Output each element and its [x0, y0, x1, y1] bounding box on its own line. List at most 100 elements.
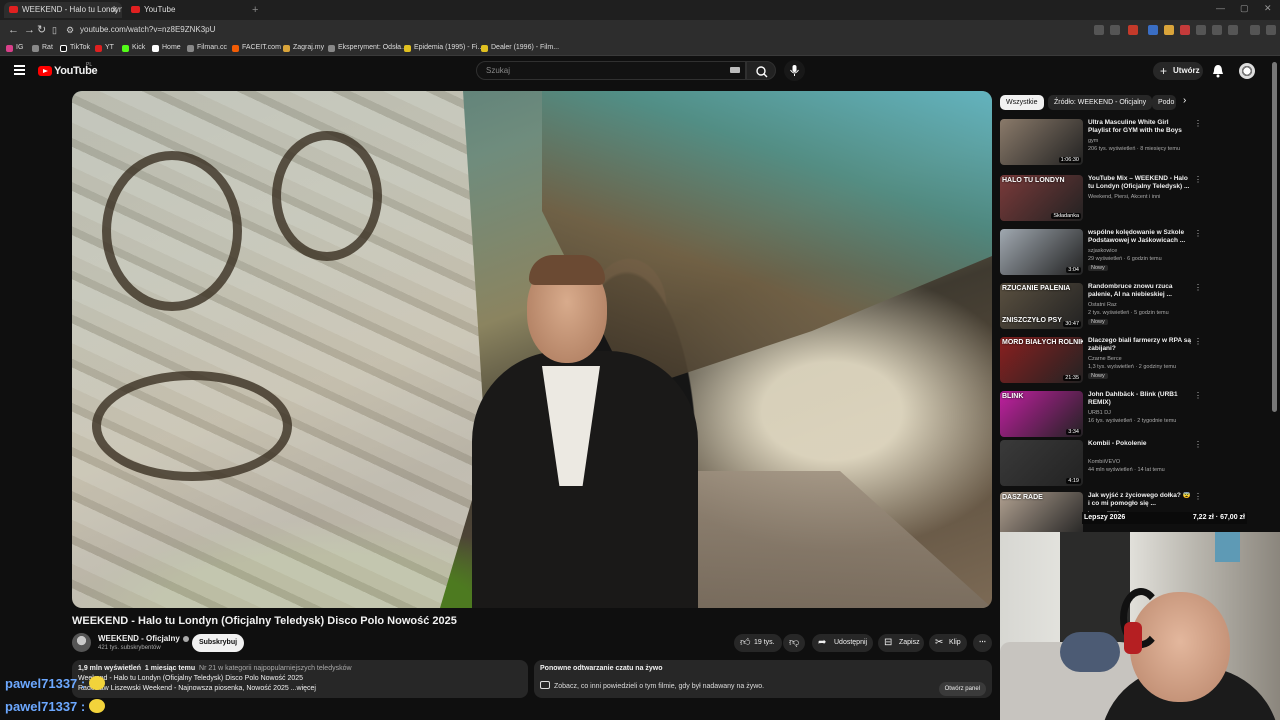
recommendation-item[interactable]: MORD BIAŁYCH ROLNIKÓW 21:35 Dlaczego biali…	[1000, 337, 1202, 387]
share-icon[interactable]	[1110, 25, 1120, 35]
account-avatar[interactable]	[1239, 63, 1255, 79]
bookmark-item[interactable]: Dealer (1996) - Film...	[481, 42, 559, 54]
video-thumbnail[interactable]: 4:19	[1000, 440, 1083, 486]
extension-icon[interactable]	[1164, 25, 1174, 35]
forward-icon[interactable]: →	[24, 23, 35, 37]
more-options-icon[interactable]: ⋮	[1194, 338, 1202, 346]
chip-all[interactable]: Wszystkie	[1000, 95, 1044, 110]
duration-badge: Składanka	[1051, 213, 1081, 219]
bookmark-item[interactable]: FACEIT.com	[232, 42, 281, 54]
channel-avatar[interactable]	[72, 633, 91, 652]
bookmark-item[interactable]: Rat	[32, 42, 53, 54]
chip-similar[interactable]: Podo	[1152, 95, 1176, 110]
more-options-icon[interactable]: ⋮	[1194, 230, 1202, 238]
video-description[interactable]: 1,9 mln wyświetleń 1 miesiąc temu Nr 21 …	[72, 660, 528, 698]
save-button[interactable]: ⊟ Zapisz	[878, 634, 924, 652]
more-options-icon[interactable]: ⋮	[1194, 176, 1202, 184]
bookmark-item[interactable]: IG	[6, 42, 23, 54]
bookmark-item[interactable]: Eksperyment: Odsła...	[328, 42, 407, 54]
page-scrollbar[interactable]	[1272, 62, 1277, 412]
back-icon[interactable]: ←	[8, 23, 19, 37]
video-frame-singer	[460, 255, 710, 608]
bookmark-item[interactable]: Kick	[122, 42, 145, 54]
like-button[interactable]: 👍︎ 19 tys.	[734, 634, 782, 652]
reload-icon[interactable]: ↻	[37, 23, 46, 37]
channel-name[interactable]: WEEKEND - Oficjalny	[98, 634, 189, 643]
recommendation-item[interactable]: HALO TU LONDYN Składanka YouTube Mix – WEE…	[1000, 175, 1202, 225]
share-button[interactable]: ➦ Udostępnij	[812, 634, 873, 652]
bookmark-item[interactable]: Epidemia (1995) - Fi...	[404, 42, 483, 54]
brave-shield-icon[interactable]	[1128, 25, 1138, 35]
recommendation-item[interactable]: 1:06:30 Ultra Masculine White Girl Playli…	[1000, 119, 1202, 169]
video-thumbnail[interactable]: 3:04	[1000, 229, 1083, 275]
chevron-right-icon[interactable]: ›	[1183, 95, 1186, 106]
scissors-icon: ✂	[935, 637, 944, 648]
chat-icon	[540, 681, 550, 689]
close-tab-icon[interactable]: ✕	[110, 2, 118, 18]
bookmark-item[interactable]: YT	[95, 42, 114, 54]
close-window-icon[interactable]: ✕	[1264, 3, 1272, 14]
chat-message: pawel71337 :	[5, 699, 106, 714]
bookmark-item[interactable]: TikTok	[60, 42, 90, 54]
voice-search-button[interactable]	[784, 60, 805, 81]
tab-youtube[interactable]: YouTube	[126, 2, 251, 18]
extension-icon[interactable]	[1180, 25, 1190, 35]
browser-tab-bar: WEEKEND - Halo tu Londyn ( ✕ YouTube + —…	[0, 0, 1280, 20]
clip-button[interactable]: ✂ Klip	[929, 634, 967, 652]
search-button[interactable]	[746, 61, 776, 80]
hamburger-menu-icon[interactable]	[14, 65, 25, 75]
bookmark-page-icon[interactable]: ▯	[52, 23, 57, 37]
site-info-icon[interactable]: ⚙	[66, 23, 74, 37]
downloads-icon[interactable]	[1212, 25, 1222, 35]
tab-weekend[interactable]: WEEKEND - Halo tu Londyn ( ✕	[4, 2, 122, 18]
dislike-button[interactable]: 👎︎	[783, 634, 805, 652]
duration-badge: 3:34	[1066, 429, 1081, 435]
recommendation-meta: 206 tys. wyświetleń · 8 miesięcy temu	[1088, 146, 1181, 152]
recommendation-item[interactable]: 3:04 wspólne kolędowanie w Szkole Podstaw…	[1000, 229, 1202, 279]
keyboard-icon[interactable]	[730, 67, 740, 73]
bookmark-item[interactable]: Filman.cc	[187, 42, 227, 54]
bookmark-icon	[481, 45, 488, 52]
bookmark-item[interactable]: Home	[152, 42, 181, 54]
recommendation-item[interactable]: RZUCANIE PALENIA ZNISZCZYŁO PSY 30:47 Rando…	[1000, 283, 1202, 333]
extensions-puzzle-icon[interactable]	[1196, 25, 1206, 35]
subscribe-button[interactable]: Subskrybuj	[192, 634, 244, 652]
search-input[interactable]: Szukaj	[476, 61, 746, 80]
video-thumbnail[interactable]: RZUCANIE PALENIA ZNISZCZYŁO PSY 30:47	[1000, 283, 1083, 329]
link-icon[interactable]	[1228, 25, 1238, 35]
emote-icon	[89, 699, 106, 713]
new-tab-button[interactable]: +	[252, 2, 266, 18]
plus-icon: +	[1160, 64, 1168, 78]
bookmark-item[interactable]: Zagraj.my	[283, 42, 324, 54]
recommendation-item[interactable]: BLINK 3:34 John Dahlbäck - Blink (URB1 REM…	[1000, 391, 1202, 441]
minimize-icon[interactable]: —	[1216, 3, 1225, 13]
notifications-bell-icon[interactable]	[1212, 64, 1224, 78]
browser-menu-icon[interactable]	[1266, 25, 1276, 35]
video-thumbnail[interactable]: BLINK 3:34	[1000, 391, 1083, 437]
thumbnail-text: ZNISZCZYŁO PSY	[1002, 317, 1062, 324]
streamer-webcam	[1000, 532, 1280, 720]
more-options-icon[interactable]: ⋮	[1194, 284, 1202, 292]
maximize-icon[interactable]: ▢	[1240, 3, 1249, 14]
video-player[interactable]	[72, 91, 992, 608]
video-thumbnail[interactable]: HALO TU LONDYN Składanka	[1000, 175, 1083, 221]
youtube-play-icon	[38, 66, 52, 76]
share-arrow-icon: ➦	[818, 637, 827, 648]
more-actions-icon[interactable]: ⋯	[973, 634, 992, 652]
extension-icon[interactable]	[1148, 25, 1158, 35]
video-thumbnail[interactable]: 1:06:30	[1000, 119, 1083, 165]
more-options-icon[interactable]: ⋮	[1194, 392, 1202, 400]
create-button[interactable]: + Utwórz	[1153, 62, 1203, 80]
playlist-icon[interactable]	[1250, 25, 1260, 35]
new-badge: Nowy	[1088, 319, 1108, 325]
more-options-icon[interactable]: ⋮	[1194, 441, 1202, 449]
url-field[interactable]: youtube.com/watch?v=nz8E9ZNK3pU	[80, 23, 1090, 37]
more-options-icon[interactable]: ⋮	[1194, 493, 1202, 501]
video-thumbnail[interactable]: MORD BIAŁYCH ROLNIKÓW 21:35	[1000, 337, 1083, 383]
chip-source[interactable]: Źródło: WEEKEND - Oficjalny	[1048, 95, 1153, 110]
recommendation-item[interactable]: 4:19 Kombii - Pokolenie KombiiVEVO 44 mln w…	[1000, 440, 1202, 490]
donation-goal: 7,22 zł · 67,00 zł	[1192, 514, 1245, 521]
more-options-icon[interactable]: ⋮	[1194, 120, 1202, 128]
extension-icon[interactable]	[1094, 25, 1104, 35]
open-panel-button[interactable]: Otwórz panel	[938, 682, 986, 696]
